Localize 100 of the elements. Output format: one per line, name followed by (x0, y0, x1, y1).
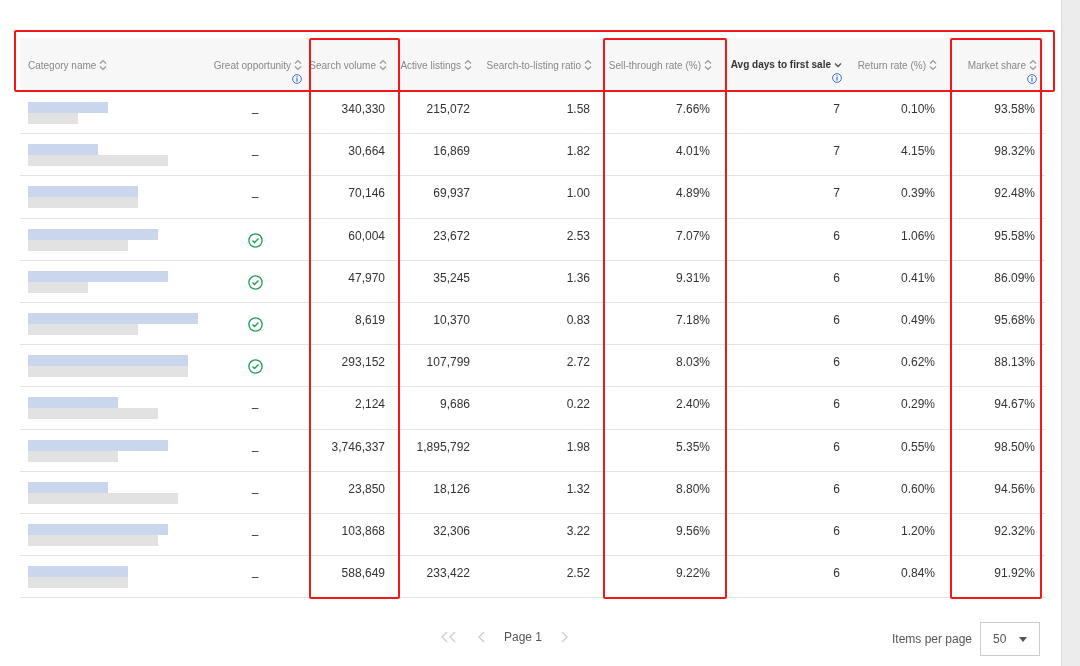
column-header[interactable]: Market share (967, 59, 1037, 71)
table-cell: 1.98 (566, 439, 590, 454)
table-cell: 215,072 (426, 102, 470, 116)
table-cell: 30,664 (348, 144, 385, 159)
table-cell: 2.53 (566, 228, 590, 243)
page-number: Page 1 (504, 630, 543, 645)
info-icon[interactable] (832, 73, 842, 83)
table-cell: 7.66% (675, 102, 710, 116)
table-cell: 4.89% (675, 186, 710, 201)
table-cell: 95.68% (994, 312, 1035, 327)
table-cell: 5.35% (675, 439, 710, 454)
sort-icon (464, 59, 472, 71)
check-circle-icon (247, 316, 263, 332)
table-cell: 7.07% (675, 228, 710, 243)
column-header[interactable]: Sell-through rate (%) (608, 59, 712, 71)
table-cell: 1.00 (566, 186, 590, 201)
table-cell: 2.40% (675, 397, 710, 412)
sort-icon (929, 59, 937, 71)
table-cell: 9,686 (439, 397, 470, 412)
info-icon[interactable] (292, 74, 302, 84)
table-cell: 18,126 (433, 481, 470, 496)
table-cell: 23,850 (348, 481, 385, 496)
dash: – (251, 443, 259, 460)
table-cell: 10,370 (433, 312, 470, 327)
column-header[interactable]: Category name (28, 59, 108, 71)
column-header[interactable]: Return rate (%) (857, 59, 937, 71)
sort-icon (1029, 59, 1037, 71)
table-cell: 92.48% (994, 186, 1035, 201)
column-header[interactable]: Search volume (309, 59, 387, 71)
table-cell: 0.60% (900, 481, 935, 496)
table-cell: 1.36 (566, 270, 590, 285)
table-cell: 6 (833, 481, 840, 496)
table-cell: 6 (833, 439, 840, 454)
dash: – (251, 148, 259, 165)
table-cell: 3.22 (566, 523, 590, 538)
table-cell: 0.22 (566, 397, 590, 412)
table-cell: 7 (833, 102, 840, 116)
table-cell: 7.18% (675, 312, 710, 327)
table-cell: 6 (833, 397, 840, 412)
table-cell: 103,868 (341, 523, 385, 538)
table-cell: 98.50% (994, 439, 1035, 454)
table-cell: 94.67% (994, 397, 1035, 412)
table-cell: 1.20% (900, 523, 935, 538)
table-cell: 23,672 (433, 228, 470, 243)
table-cell: 2.52 (566, 566, 590, 581)
table-cell: 1.82 (566, 144, 590, 159)
dash: – (251, 106, 259, 122)
dash: – (251, 527, 259, 544)
table-cell: 0.83 (566, 312, 590, 327)
table-cell: 1.58 (566, 102, 590, 116)
table-cell: 6 (833, 312, 840, 327)
dash: – (251, 570, 259, 587)
table-cell: 9.31% (675, 270, 710, 285)
table-cell: 233,422 (426, 566, 470, 581)
table-cell: 6 (833, 228, 840, 243)
dash: – (251, 401, 259, 418)
table-cell: 340,330 (341, 102, 385, 116)
table-cell: 0.41% (900, 270, 935, 285)
check-circle-icon (247, 232, 263, 248)
table-cell: 1.06% (900, 228, 935, 243)
sort-icon (99, 59, 108, 71)
table-cell: 9.56% (675, 523, 710, 538)
table-cell: 588,649 (341, 566, 385, 581)
table-cell: 7 (833, 186, 840, 201)
check-circle-icon (247, 359, 263, 375)
sort-icon (704, 59, 712, 71)
table-cell: 0.84% (900, 566, 935, 581)
table-cell: 6 (833, 523, 840, 538)
table-cell: 7 (833, 144, 840, 159)
items-per-page-select[interactable]: 50 (980, 622, 1041, 657)
table-cell: 4.01% (675, 144, 710, 159)
sort-icon (379, 59, 387, 71)
table-cell: 92.32% (994, 523, 1035, 538)
sort-icon (584, 59, 592, 71)
caret-icon (1019, 636, 1028, 642)
table-cell: 95.58% (994, 228, 1035, 243)
chevron-down-icon (834, 61, 842, 68)
column-header[interactable]: Active listings (400, 59, 472, 71)
sort-icon (294, 59, 302, 71)
table-cell: 1,895,792 (416, 439, 470, 454)
table-cell: 69,937 (433, 186, 470, 201)
table-cell: 0.49% (900, 312, 935, 327)
table-cell: 8.80% (675, 481, 710, 496)
table-cell: 6 (833, 270, 840, 285)
column-header[interactable]: Search-to-listing ratio (486, 59, 592, 71)
table-cell: 3,746,337 (331, 439, 385, 454)
table-cell: 4.15% (900, 144, 935, 159)
table-cell: 35,245 (433, 270, 470, 285)
column-header[interactable]: Great opportunity (213, 59, 302, 71)
table-cell: 60,004 (348, 228, 385, 243)
column-header[interactable]: Avg days to first sale (730, 59, 842, 70)
table-cell: 2,124 (354, 397, 385, 412)
table-cell: 8,619 (354, 312, 385, 327)
check-circle-icon (247, 274, 263, 290)
table-cell: 6 (833, 355, 840, 370)
table-cell: 47,970 (348, 270, 385, 285)
table-cell: 88.13% (994, 355, 1035, 370)
info-icon[interactable] (1027, 74, 1037, 84)
table-cell: 0.29% (900, 397, 935, 412)
table-cell: 0.10% (900, 102, 935, 116)
